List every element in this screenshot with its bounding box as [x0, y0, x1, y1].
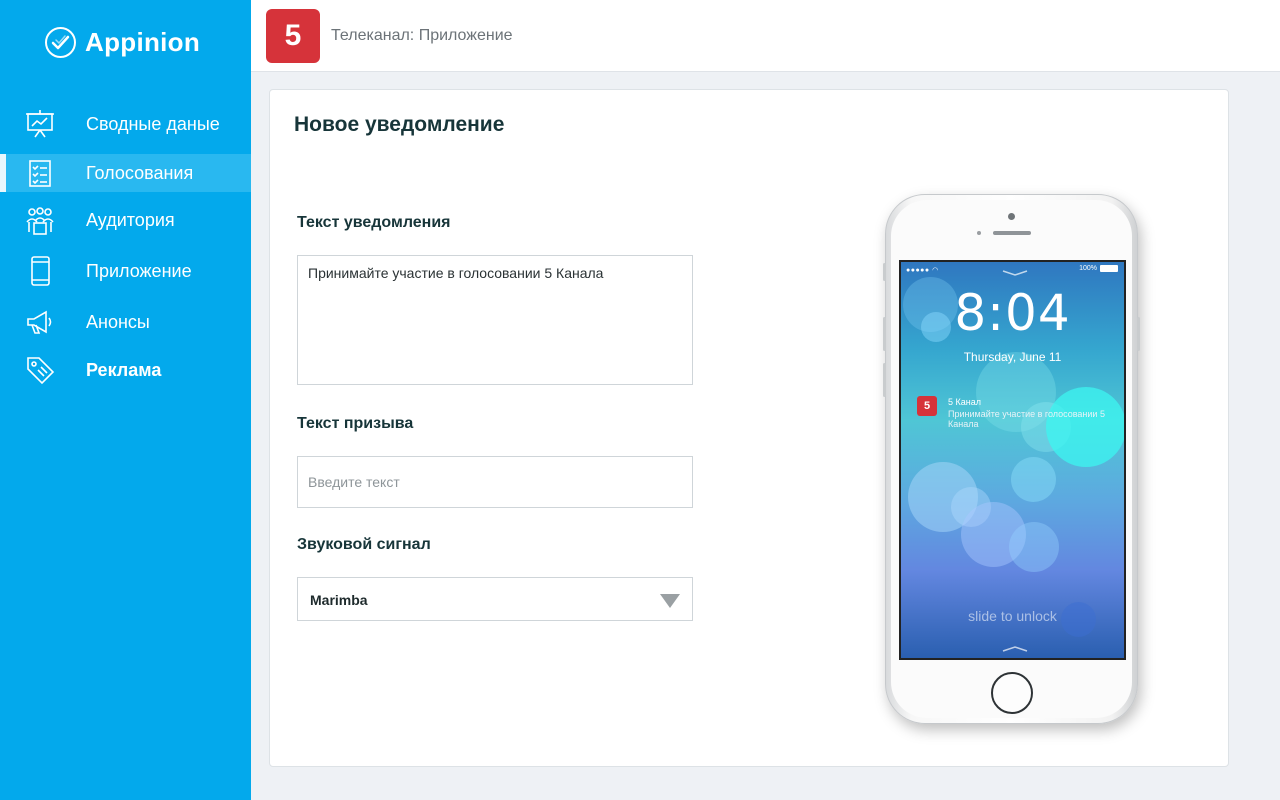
mute-switch: [883, 263, 886, 281]
app-logo[interactable]: Appinion: [44, 26, 200, 59]
lock-screen-time: 8:04: [954, 284, 1071, 342]
slide-to-unlock: slide to unlock: [968, 608, 1057, 624]
call-text-label: Текст призыва: [297, 415, 414, 432]
notification-title: 5 Канал: [948, 397, 981, 407]
sound-select-value: Marimba: [310, 592, 368, 608]
sidebar-item-votes[interactable]: Голосования: [0, 154, 251, 192]
sidebar-item-label: Сводные даные: [86, 113, 220, 134]
dropdown-arrow-icon: [660, 594, 680, 608]
bokeh-bubble: [1009, 522, 1059, 572]
battery-indicator: 100%: [1079, 265, 1118, 272]
mobile-phone-icon: [31, 256, 50, 286]
power-button: [1137, 317, 1140, 351]
sidebar: Appinion Сводные даные Голосования Аудит…: [0, 0, 251, 800]
sidebar-item-label: Приложение: [86, 260, 192, 281]
sensor-dot: [977, 231, 981, 235]
top-bar: 5 Телеканал: Приложение: [251, 0, 1280, 72]
tag-icon: [27, 357, 55, 385]
sound-select[interactable]: Marimba: [297, 577, 693, 621]
battery-percent: 100%: [1079, 265, 1097, 272]
sidebar-item-label: Реклама: [86, 359, 162, 380]
sound-label: Звуковой сигнал: [297, 536, 431, 553]
presentation-chart-icon: [26, 110, 54, 138]
page-title: Новое уведомление: [294, 113, 505, 136]
checklist-icon: [29, 160, 51, 187]
sidebar-item-app[interactable]: Приложение: [0, 252, 251, 290]
earpiece-speaker: [993, 231, 1031, 235]
lock-screen-date: Thursday, June 11: [963, 350, 1062, 364]
sidebar-item-label: Аудитория: [86, 209, 175, 230]
battery-icon: [1100, 265, 1118, 272]
notification-text-field[interactable]: Принимайте участие в голосовании 5 Канал…: [297, 255, 693, 385]
sidebar-item-announcements[interactable]: Анонсы: [0, 303, 251, 341]
sidebar-item-label: Голосования: [86, 162, 194, 183]
megaphone-icon: [27, 310, 52, 334]
phone-preview: ●●●●● ◠ 100% 8:04 Thursday, June 11 5 5 …: [883, 194, 1140, 724]
chevron-down-icon: [1002, 270, 1028, 276]
signal-icon: ●●●●● ◠: [906, 267, 939, 274]
call-text-input[interactable]: [297, 456, 693, 508]
notification-text-label: Текст уведомления: [297, 214, 451, 231]
notification-body: Принимайте участие в голосовании 5 Канал…: [948, 409, 1105, 429]
front-camera: [1008, 213, 1015, 220]
sidebar-item-audience[interactable]: Аудитория: [0, 201, 251, 239]
sidebar-item-label: Анонсы: [86, 311, 150, 332]
chevron-up-icon: [1002, 646, 1028, 652]
app-name: Appinion: [85, 27, 201, 57]
audience-icon: [26, 207, 54, 235]
lock-screen: ●●●●● ◠ 100% 8:04 Thursday, June 11 5 5 …: [899, 260, 1126, 660]
volume-down-button: [883, 363, 886, 397]
volume-up-button: [883, 317, 886, 351]
notification-form-card: Новое уведомление Текст уведомления Прин…: [269, 89, 1229, 767]
sidebar-item-summary[interactable]: Сводные даные: [0, 105, 251, 143]
breadcrumb: Телеканал: Приложение: [331, 27, 513, 44]
notification-app-icon: 5: [917, 396, 937, 416]
home-button: [991, 672, 1033, 714]
channel-logo[interactable]: 5: [266, 9, 320, 63]
bokeh-bubble: [1011, 457, 1056, 502]
sidebar-item-ads[interactable]: Реклама: [0, 351, 251, 389]
check-circle-icon: [45, 27, 76, 58]
